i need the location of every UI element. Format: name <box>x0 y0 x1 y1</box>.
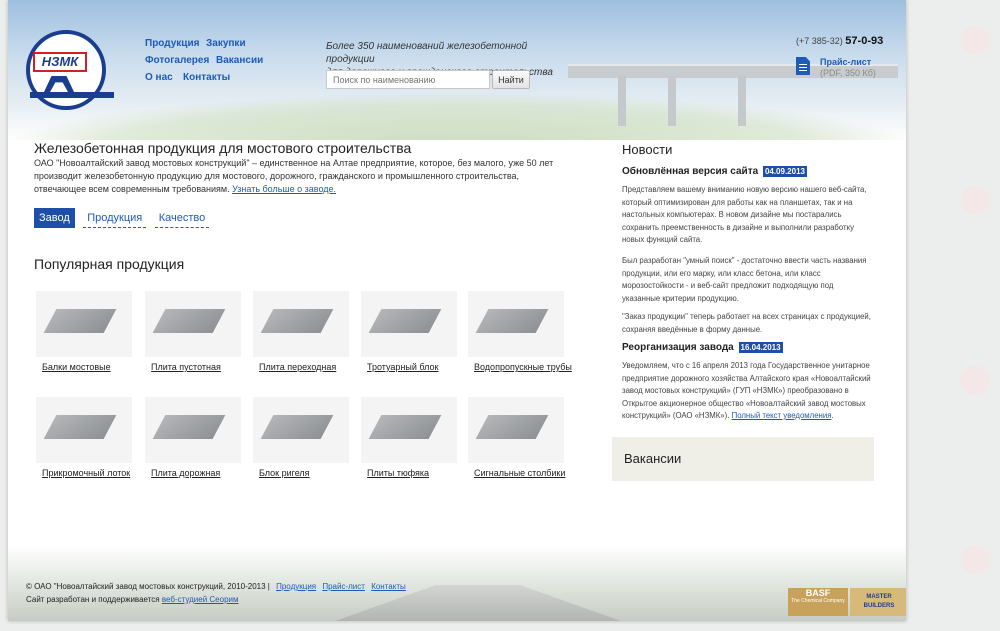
price-list-link[interactable]: Прайс-лист <box>820 57 871 67</box>
bridge-pillar <box>738 76 746 126</box>
developer-text: Сайт разработан и поддерживается <box>26 595 160 604</box>
nav-about[interactable]: О нас <box>145 72 173 83</box>
nav-purchases[interactable]: Закупки <box>206 38 246 49</box>
news-heading-text[interactable]: Реорганизация завода <box>622 342 734 353</box>
intro-text: ОАО "Новоалтайский завод мостовых констр… <box>34 157 569 196</box>
product-label[interactable]: Плиты тюфяка <box>367 468 429 478</box>
logo-base <box>30 92 114 98</box>
price-list-size: (PDF, 350 Кб) <box>820 68 876 78</box>
product-card[interactable]: Водопропускные трубы <box>468 291 572 372</box>
tab-factory[interactable]: Завод <box>34 208 75 228</box>
phone-number: 57-0-93 <box>845 35 884 47</box>
product-image <box>361 397 457 463</box>
nav-gallery[interactable]: Фотогалерея <box>145 55 209 66</box>
search-input[interactable] <box>326 70 490 89</box>
vacancies-box[interactable]: Вакансии <box>612 437 874 481</box>
notice-period: . <box>831 411 834 420</box>
basf-logo[interactable]: BASF The Chemical Company <box>788 588 848 616</box>
notice-link[interactable]: Полный текст уведомления <box>732 411 832 420</box>
mb-line-2: BUILDERS <box>863 603 895 609</box>
phone-code: (+7 385-32) <box>796 36 843 46</box>
news-heading: Обновлённая версия сайта 04.09.2013 <box>622 166 807 177</box>
news-title: Новости <box>622 142 673 157</box>
news-paragraph: Представляем вашему вниманию новую верси… <box>622 185 867 244</box>
footer-link-price[interactable]: Прайс-лист <box>322 582 365 591</box>
developer-link[interactable]: веб-студией Сеорим <box>162 595 239 604</box>
news-paragraph: Уведомляем, что с 16 апреля 2013 года Го… <box>622 360 872 423</box>
news-heading: Реорганизация завода 16.04.2013 <box>622 342 783 353</box>
tab-quality[interactable]: Качество <box>154 209 210 228</box>
basf-label: BASF <box>805 588 831 598</box>
bridge-pillar <box>618 76 626 126</box>
phone: (+7 385-32) 57-0-93 <box>796 35 883 47</box>
product-card[interactable]: Плита переходная <box>253 291 349 372</box>
about-link[interactable]: Узнать больше о заводе. <box>232 184 336 194</box>
product-card[interactable]: Блок ригеля <box>253 397 349 478</box>
mb-line-1: MASTER <box>866 594 892 600</box>
product-card[interactable]: Тротуарный блок <box>361 291 457 372</box>
product-image <box>145 397 241 463</box>
bridge-pillar <box>668 76 676 126</box>
product-label[interactable]: Сигнальные столбики <box>474 468 565 478</box>
footer-link-products[interactable]: Продукция <box>276 582 316 591</box>
vacancies-title[interactable]: Вакансии <box>624 451 681 466</box>
date-badge: 04.09.2013 <box>762 166 807 177</box>
product-label[interactable]: Водопропускные трубы <box>474 362 572 372</box>
news-paragraph: "Заказ продукции" теперь работает на все… <box>622 312 871 334</box>
header: НЗМК Продукция Закупки Фотогалерея Вакан… <box>8 0 906 140</box>
product-card[interactable]: Сигнальные столбики <box>468 397 565 478</box>
product-label[interactable]: Тротуарный блок <box>367 362 438 372</box>
nav-contacts[interactable]: Контакты <box>183 72 230 83</box>
logo[interactable]: НЗМК <box>22 30 118 110</box>
product-card[interactable]: Плита дорожная <box>145 397 241 478</box>
section-tabs: Завод Продукция Качество <box>34 208 213 228</box>
tagline-line-1: Более 350 наименований железобетонной пр… <box>326 41 528 65</box>
product-card[interactable]: Балки мостовые <box>36 291 132 372</box>
header-landscape <box>8 92 906 140</box>
nav-products[interactable]: Продукция <box>145 38 199 49</box>
logo-text: НЗМК <box>33 52 87 72</box>
product-label[interactable]: Блок ригеля <box>259 468 310 478</box>
product-label[interactable]: Плита переходная <box>259 362 336 372</box>
product-label[interactable]: Прикромочный лоток <box>42 468 130 478</box>
footer: © ОАО "Новоалтайский завод мостовых конс… <box>8 545 906 621</box>
basf-sub: The Chemical Company <box>791 598 845 604</box>
product-image <box>253 397 349 463</box>
document-icon[interactable] <box>796 57 810 75</box>
developer-credit: Сайт разработан и поддерживается веб-сту… <box>26 595 238 604</box>
copyright: © ОАО "Новоалтайский завод мостовых конс… <box>26 582 406 591</box>
product-image <box>145 291 241 357</box>
product-label[interactable]: Плита пустотная <box>151 362 221 372</box>
product-card[interactable]: Прикромочный лоток <box>36 397 132 478</box>
product-image <box>468 291 564 357</box>
popular-products-title: Популярная продукция <box>34 256 185 272</box>
nav-vacancies[interactable]: Вакансии <box>216 55 263 66</box>
product-card[interactable]: Плиты тюфяка <box>361 397 457 478</box>
product-image <box>253 291 349 357</box>
product-image <box>468 397 564 463</box>
master-builders-logo[interactable]: MASTER BUILDERS <box>850 588 906 616</box>
product-image <box>36 291 132 357</box>
product-image <box>361 291 457 357</box>
page-title: Железобетонная продукция для мостового с… <box>34 140 412 156</box>
product-card[interactable]: Плита пустотная <box>145 291 241 372</box>
news-heading-text[interactable]: Обновлённая версия сайта <box>622 166 758 177</box>
product-label[interactable]: Плита дорожная <box>151 468 220 478</box>
product-label[interactable]: Балки мостовые <box>42 362 111 372</box>
search-button[interactable]: Найти <box>492 70 530 89</box>
tab-products[interactable]: Продукция <box>83 209 147 228</box>
news-paragraph: Был разработан "умный поиск" - достаточн… <box>622 256 867 303</box>
site-page: НЗМК Продукция Закупки Фотогалерея Вакан… <box>8 0 906 621</box>
product-image <box>36 397 132 463</box>
footer-link-contacts[interactable]: Контакты <box>371 582 406 591</box>
copyright-text: © ОАО "Новоалтайский завод мостовых конс… <box>26 582 270 591</box>
date-badge: 16.04.2013 <box>738 342 783 353</box>
